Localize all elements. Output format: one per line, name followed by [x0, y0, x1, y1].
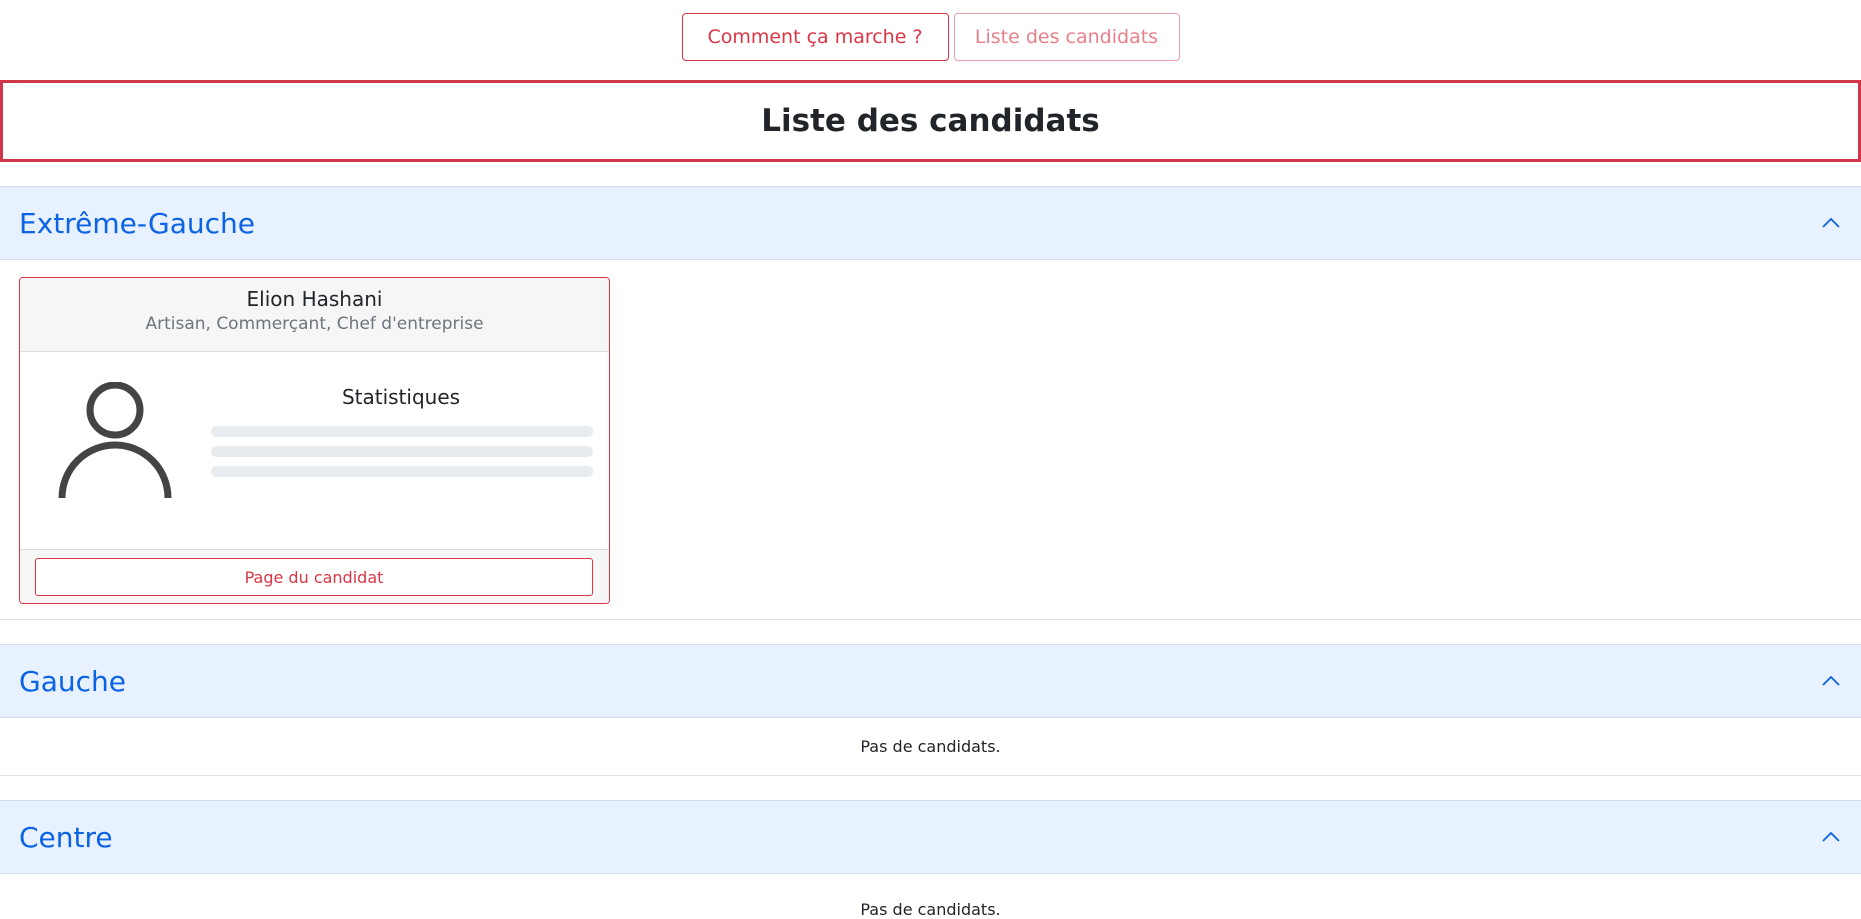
stats-placeholder-bar: [211, 466, 593, 477]
chevron-up-icon: [1822, 675, 1840, 686]
chevron-up-icon: [1822, 217, 1840, 228]
candidate-card: Elion Hashani Artisan, Commerçant, Chef …: [19, 277, 610, 604]
section-body: Elion Hashani Artisan, Commerçant, Chef …: [0, 260, 1861, 620]
top-nav: Comment ça marche ? Liste des candidats: [0, 13, 1861, 61]
section-centre: Centre Pas de candidats.: [0, 800, 1861, 919]
card-body: Statistiques: [20, 352, 609, 550]
card-header: Elion Hashani Artisan, Commerçant, Chef …: [20, 278, 609, 352]
candidate-role: Artisan, Commerçant, Chef d'entreprise: [145, 314, 484, 334]
candidates-list-button[interactable]: Liste des candidats: [953, 13, 1180, 61]
empty-message: Pas de candidats.: [860, 737, 1001, 756]
candidate-page-button[interactable]: Page du candidat: [35, 558, 593, 596]
section-header-extreme-gauche[interactable]: Extrême-Gauche: [0, 186, 1861, 260]
section-extreme-gauche: Extrême-Gauche Elion Hashani Artisan, Co…: [0, 186, 1861, 620]
section-header-gauche[interactable]: Gauche: [0, 644, 1861, 718]
candidate-name: Elion Hashani: [246, 287, 383, 311]
section-title: Gauche: [19, 664, 126, 698]
section-body: Pas de candidats.: [0, 718, 1861, 776]
stats-placeholder-bar: [211, 446, 593, 457]
section-title: Centre: [19, 820, 113, 854]
how-it-works-button[interactable]: Comment ça marche ?: [681, 13, 949, 61]
section-gauche: Gauche Pas de candidats.: [0, 644, 1861, 776]
section-header-centre[interactable]: Centre: [0, 800, 1861, 874]
page-title: Liste des candidats: [761, 103, 1100, 139]
empty-message: Pas de candidats.: [860, 900, 1001, 919]
section-title: Extrême-Gauche: [19, 206, 255, 240]
chevron-up-icon: [1822, 831, 1840, 842]
card-footer: Page du candidat: [20, 549, 609, 603]
page-title-box: Liste des candidats: [0, 80, 1861, 162]
section-body: Pas de candidats.: [0, 874, 1861, 919]
stats-placeholder-bar: [211, 426, 593, 437]
user-avatar-icon: [58, 382, 172, 498]
stats-title: Statistiques: [341, 385, 461, 409]
